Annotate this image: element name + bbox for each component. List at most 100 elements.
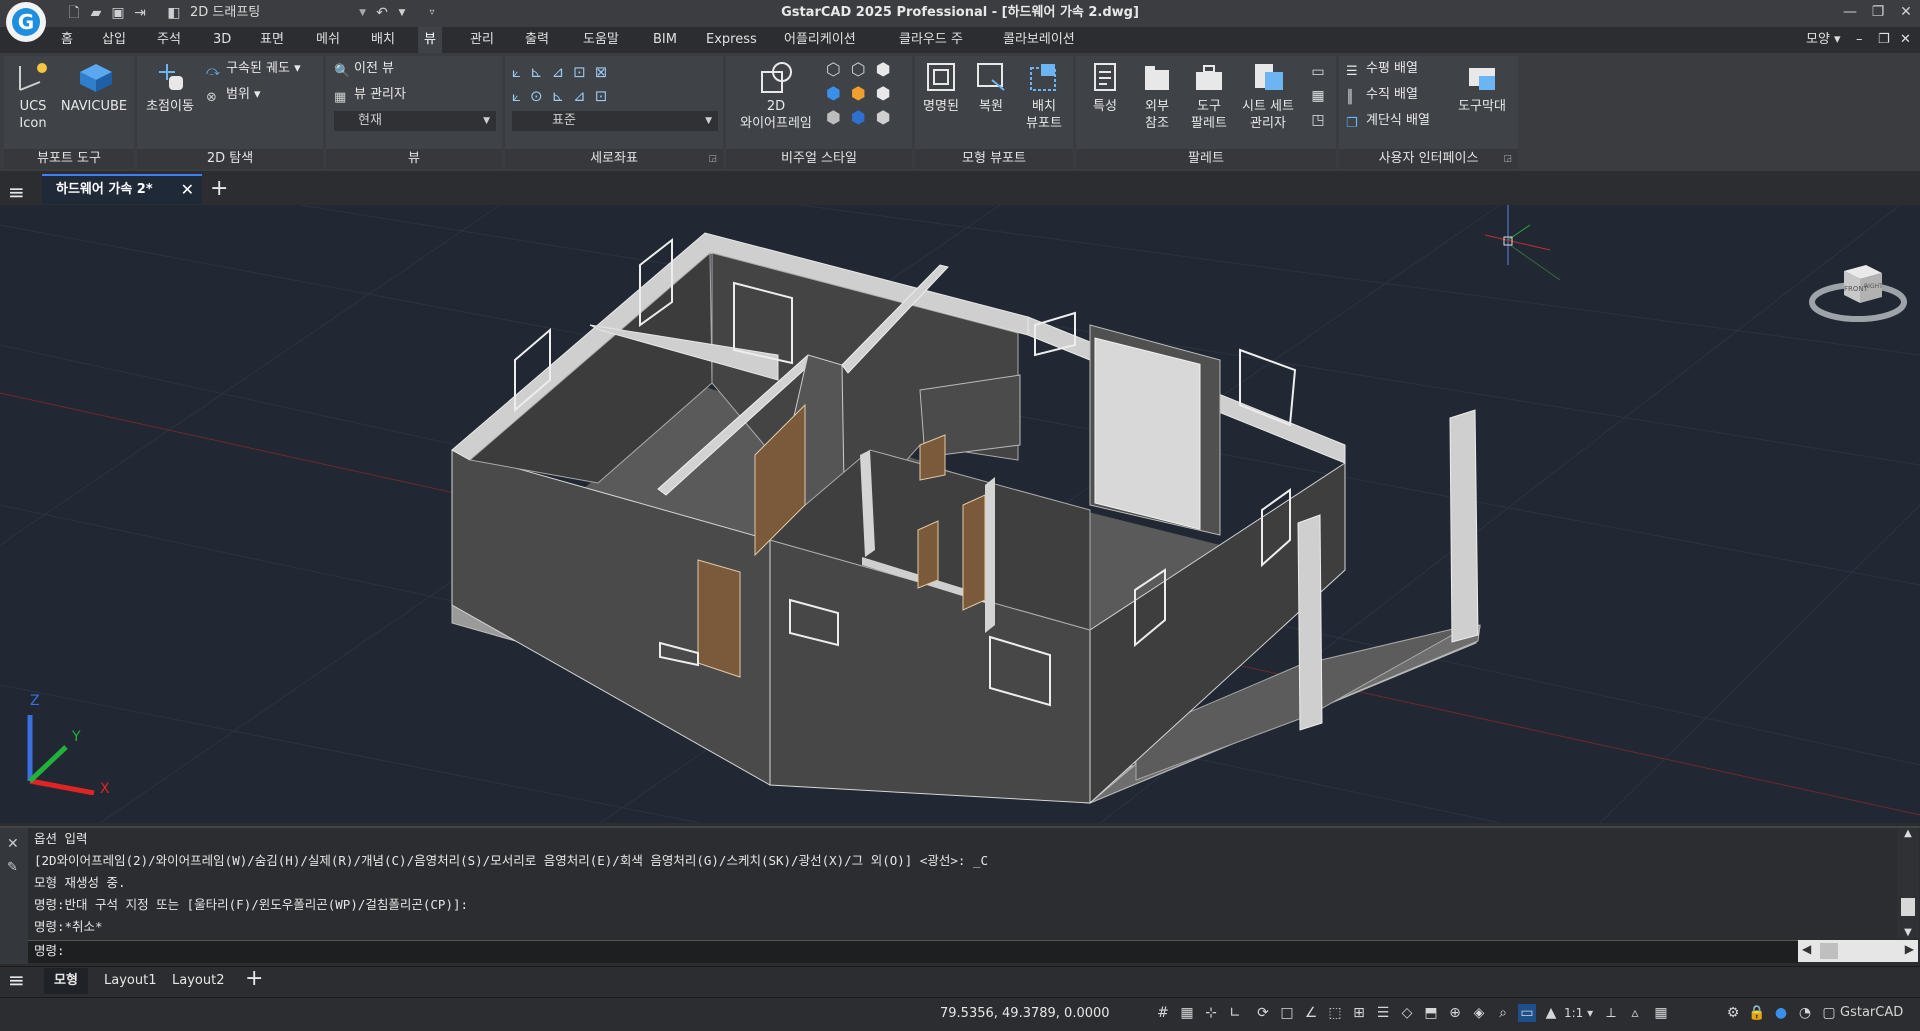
named-viewports-button[interactable]: 명명된 (918, 60, 964, 115)
ucs-3point-icon[interactable]: ⟀ (512, 87, 530, 105)
xref-button[interactable]: 외부 참조 (1134, 60, 1180, 132)
lineweight-icon[interactable]: ☰ (1374, 1004, 1392, 1022)
isolate-icon[interactable]: ● (1772, 1004, 1790, 1022)
model-space-icon[interactable]: ▭ (1518, 1004, 1536, 1022)
ucs-named-select[interactable]: 표준 ▼ (512, 111, 718, 131)
tab-model[interactable]: 모형 (44, 968, 88, 994)
annotation-visibility-icon[interactable]: ▲ (1542, 1004, 1560, 1022)
visual-styles-gallery[interactable]: ⬡⬡⬢ ⬢⬢⬢ ⬢⬢⬢ (826, 58, 910, 130)
transparency-icon[interactable]: ◇ (1398, 1004, 1416, 1022)
command-settings-icon[interactable]: ✎ (7, 860, 28, 875)
style-conceptual-icon[interactable]: ⬢ (826, 84, 851, 104)
restore-button[interactable]: ❐ (1864, 0, 1892, 26)
layer-icon[interactable]: ▭ (1306, 60, 1330, 84)
ucs-z-icon[interactable]: ⊡ (595, 87, 617, 105)
style-manager-icon[interactable]: ⬢ (876, 108, 901, 128)
close-tab-icon[interactable]: ✕ (181, 176, 194, 204)
tab-bim[interactable]: BIM (647, 27, 683, 53)
osnap-icon[interactable]: □ (1278, 1004, 1296, 1022)
tab-layout1[interactable]: Layout1 (94, 968, 166, 994)
quick-properties-icon[interactable]: ▦ (1652, 1004, 1670, 1022)
dialog-launcher-icon[interactable]: ◲ (1503, 149, 1512, 169)
command-horizontal-scrollbar[interactable]: ◀ ▶ (1798, 940, 1918, 962)
sheet-set-manager-button[interactable]: 시트 세트 관리자 (1236, 60, 1300, 132)
ortho-icon[interactable]: ∟ (1226, 1004, 1244, 1022)
tab-mesh[interactable]: 메쉬 (310, 27, 346, 53)
hamburger-menu-icon[interactable]: ≡ (8, 180, 25, 204)
ucs-x-icon[interactable]: ⊾ (552, 87, 574, 105)
tile-horizontally-button[interactable]: ☰ 수평 배열 (1346, 58, 1418, 80)
command-scrollbar[interactable]: ▲ ▼ (1897, 828, 1919, 938)
dialog-launcher-icon[interactable]: ◲ (708, 149, 717, 169)
ucs-icon-button[interactable]: UCS Icon (10, 60, 56, 132)
tab-layout2[interactable]: Layout2 (162, 968, 234, 994)
annotative-icon[interactable]: ▵ (1626, 1004, 1644, 1022)
doc-restore-button[interactable]: ❐ (1872, 27, 1896, 53)
hardware-acceleration-icon[interactable]: ◔ (1796, 1004, 1814, 1022)
doc-minimize-button[interactable]: – (1850, 27, 1869, 53)
style-wireframe-icon[interactable]: ⬡ (826, 60, 851, 80)
palette-extra-buttons[interactable]: ▭ ▦ ◳ (1306, 60, 1330, 132)
tab-collaboration[interactable]: 콜라보레이션 (997, 27, 1081, 53)
snap-icon[interactable]: ▦ (1178, 1004, 1196, 1022)
scroll-down-icon[interactable]: ▼ (1897, 927, 1919, 938)
save-as-icon[interactable]: ⇥ (132, 4, 148, 22)
style-gray-icon[interactable]: ⬢ (876, 84, 901, 104)
undo-icon[interactable]: ↶ (374, 4, 390, 22)
layout-menu-icon[interactable]: ≡ (8, 968, 25, 992)
layout-viewports-button[interactable]: 배치 뷰포트 (1018, 60, 1070, 132)
otrack-icon[interactable]: ∠ (1302, 1004, 1320, 1022)
tab-help[interactable]: 도움말 (577, 27, 625, 53)
open-folder-icon[interactable]: ▰ (88, 4, 104, 22)
zoom-icon[interactable]: ⌕ (1494, 1004, 1512, 1022)
scroll-right-icon[interactable]: ▶ (1905, 942, 1914, 956)
zoom-extents-button[interactable]: ⊗ 범위 ▾ (206, 84, 261, 106)
tab-3d[interactable]: 3D (207, 27, 237, 53)
tab-surface[interactable]: 표면 (254, 27, 290, 53)
tab-output[interactable]: 출력 (519, 27, 555, 53)
view-manager-button[interactable]: ▦ 뷰 관리자 (334, 84, 406, 106)
auto-scale-icon[interactable]: ⟂ (1602, 1004, 1620, 1022)
command-input[interactable] (28, 940, 1798, 963)
save-icon[interactable]: ▣ (110, 4, 126, 22)
tab-home[interactable]: 홈 (55, 27, 79, 53)
house-model[interactable] (451, 232, 1481, 805)
style-shaded-icon[interactable]: ⬢ (851, 84, 876, 104)
lock-icon[interactable]: 🔒 (1748, 1004, 1766, 1022)
appearance-menu[interactable]: 모양 ▾ (1800, 27, 1847, 53)
scroll-left-icon[interactable]: ◀ (1802, 942, 1811, 956)
new-file-icon[interactable]: 🗋 (66, 4, 82, 22)
ucs-y-icon[interactable]: ⊿ (573, 87, 595, 105)
app-logo[interactable]: G (6, 2, 46, 42)
scroll-thumb[interactable] (1901, 898, 1915, 916)
markup-icon[interactable]: ◳ (1306, 108, 1330, 132)
gear-icon[interactable]: ⚙ (1724, 1004, 1742, 1022)
3d-osnap-icon[interactable]: ⊕ (1446, 1004, 1464, 1022)
tab-express[interactable]: Express (700, 27, 763, 53)
document-tab[interactable]: 하드웨어 가속 2* ✕ (42, 174, 202, 204)
model-canvas[interactable] (0, 205, 1920, 823)
doc-close-button[interactable]: ✕ (1894, 27, 1917, 53)
ucs-tools-grid[interactable]: ⟀⊾⊿⊡⊠ ⟀⊙⊾⊿⊡ (512, 60, 712, 110)
style-sketch-icon[interactable]: ⬢ (826, 108, 851, 128)
ucs-zoom-icon[interactable]: ⊙ (530, 87, 552, 105)
close-command-icon[interactable]: ✕ (7, 836, 28, 852)
drawing-viewport[interactable]: FRONT RIGHT Z Y X (0, 205, 1920, 823)
customize-quick-access-icon[interactable]: ▿ (424, 4, 440, 22)
grid-icon[interactable]: # (1154, 1004, 1172, 1022)
visual-style-2d-wireframe-button[interactable]: 2D 와이어프레임 (730, 60, 822, 132)
properties-button[interactable]: 특성 (1082, 60, 1128, 115)
add-layout-plus-icon[interactable]: + (245, 966, 263, 991)
new-tab-plus-icon[interactable]: + (210, 176, 228, 201)
previous-view-button[interactable]: 🔍 이전 뷰 (334, 58, 394, 80)
toolbars-button[interactable]: 도구막대 (1450, 60, 1514, 115)
tab-manage[interactable]: 관리 (464, 27, 500, 53)
polar-icon[interactable]: ⟳ (1254, 1004, 1272, 1022)
ucs-object-icon[interactable]: ⊡ (573, 63, 595, 81)
infer-icon[interactable]: ⊹ (1202, 1004, 1220, 1022)
tool-palettes-button[interactable]: 도구 팔레트 (1186, 60, 1232, 132)
undo-dropdown-icon[interactable]: ▼ (394, 4, 410, 22)
clean-screen-icon[interactable]: ▢ (1820, 1004, 1838, 1022)
tab-layout[interactable]: 배치 (365, 27, 401, 53)
calculator-icon[interactable]: ▦ (1306, 84, 1330, 108)
